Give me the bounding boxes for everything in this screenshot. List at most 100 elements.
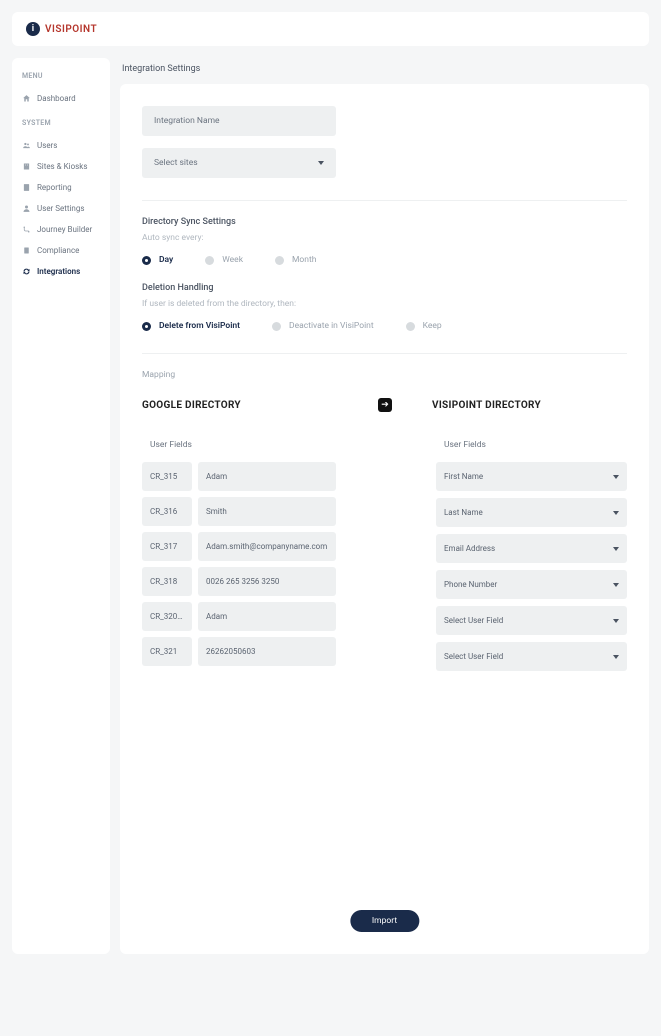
deletion-option-deactivate[interactable]: Deactivate in VisiPoint xyxy=(272,321,374,331)
user-icon xyxy=(22,204,31,213)
user-fields-label: User Fields xyxy=(142,440,336,450)
visipoint-field-select[interactable]: Select User Field xyxy=(436,606,627,635)
sidebar-item-label: User Settings xyxy=(37,204,84,213)
integration-name-input[interactable]: Integration Name xyxy=(142,106,336,136)
divider xyxy=(142,353,627,354)
field-code: CR_321 xyxy=(142,637,192,666)
field-value: Adam xyxy=(198,602,336,631)
radio-icon xyxy=(272,322,281,331)
google-field-row: CR_317Adam.smith@companyname.com xyxy=(142,532,336,561)
sidebar-item-compliance[interactable]: Compliance xyxy=(22,240,100,261)
visipoint-fields-column: User Fields First Name Last Name Email Add… xyxy=(436,440,627,678)
sidebar-item-journey[interactable]: Journey Builder xyxy=(22,219,100,240)
caret-down-icon xyxy=(318,161,324,165)
select-label: Select User Field xyxy=(444,616,503,625)
caret-down-icon xyxy=(613,583,619,587)
field-code: CR_315 xyxy=(142,462,192,491)
main-content: Integration Settings Integration Name Se… xyxy=(120,58,649,954)
visipoint-field-select[interactable]: Email Address xyxy=(436,534,627,563)
sync-radio-group: Day Week Month xyxy=(142,255,627,265)
route-icon xyxy=(22,225,31,234)
google-field-row: CR_3180026 265 3256 3250 xyxy=(142,567,336,596)
arrow-right-icon: ➔ xyxy=(378,398,392,412)
directory-header-row: GOOGLE DIRECTORY ➔ VISIPOINT DIRECTORY xyxy=(142,398,627,412)
caret-down-icon xyxy=(613,619,619,623)
radio-icon xyxy=(142,322,151,331)
sync-title: Directory Sync Settings xyxy=(142,217,627,227)
radio-label: Day xyxy=(159,255,173,265)
sidebar-item-label: Journey Builder xyxy=(37,225,92,234)
caret-down-icon xyxy=(613,511,619,515)
sidebar-item-sites[interactable]: Sites & Kiosks xyxy=(22,156,100,177)
sidebar-item-integrations[interactable]: Integrations xyxy=(22,261,100,282)
radio-icon xyxy=(275,256,284,265)
radio-label: Deactivate in VisiPoint xyxy=(289,321,374,331)
select-label: First Name xyxy=(444,472,483,481)
sidebar-item-user-settings[interactable]: User Settings xyxy=(22,198,100,219)
sidebar-item-reporting[interactable]: Reporting xyxy=(22,177,100,198)
field-code: CR_317 xyxy=(142,532,192,561)
sidebar-item-label: Sites & Kiosks xyxy=(37,162,87,171)
users-icon xyxy=(22,141,31,150)
deletion-option-delete[interactable]: Delete from VisiPoint xyxy=(142,321,240,331)
visipoint-field-select[interactable]: Last Name xyxy=(436,498,627,527)
field-value: 26262050603 xyxy=(198,637,336,666)
field-code: CR_318 xyxy=(142,567,192,596)
top-bar: i VISIPOINT xyxy=(12,12,649,46)
caret-down-icon xyxy=(613,547,619,551)
google-field-row: CR_320 ...Adam xyxy=(142,602,336,631)
radio-icon xyxy=(406,322,415,331)
deletion-subtitle: If user is deleted from the directory, t… xyxy=(142,299,627,309)
sync-option-day[interactable]: Day xyxy=(142,255,173,265)
sync-option-week[interactable]: Week xyxy=(205,255,243,265)
brand-name: VISIPOINT xyxy=(45,24,97,35)
field-value: Smith xyxy=(198,497,336,526)
sync-option-month[interactable]: Month xyxy=(275,255,316,265)
divider xyxy=(142,200,627,201)
caret-down-icon xyxy=(613,655,619,659)
user-fields-label: User Fields xyxy=(436,440,627,450)
sync-icon xyxy=(22,267,31,276)
sidebar-item-label: Compliance xyxy=(37,246,79,255)
visipoint-directory-title: VISIPOINT DIRECTORY xyxy=(432,400,627,411)
radio-icon xyxy=(142,256,151,265)
sidebar: MENU Dashboard SYSTEM Users Sites & Kios… xyxy=(12,58,110,954)
settings-card: Integration Name Select sites Directory … xyxy=(120,84,649,954)
visipoint-field-select[interactable]: First Name xyxy=(436,462,627,491)
deletion-option-keep[interactable]: Keep xyxy=(406,321,442,331)
sync-subtitle: Auto sync every: xyxy=(142,233,627,243)
radio-icon xyxy=(205,256,214,265)
deletion-title: Deletion Handling xyxy=(142,283,627,293)
google-fields-column: User Fields CR_315AdamCR_316SmithCR_317A… xyxy=(142,440,336,678)
field-code: CR_316 xyxy=(142,497,192,526)
placeholder-text: Select sites xyxy=(154,158,198,168)
select-label: Last Name xyxy=(444,508,483,517)
select-label: Select User Field xyxy=(444,652,503,661)
brand-logo: i VISIPOINT xyxy=(26,22,97,36)
sidebar-item-users[interactable]: Users xyxy=(22,135,100,156)
sidebar-item-dashboard[interactable]: Dashboard xyxy=(22,88,100,109)
radio-label: Week xyxy=(222,255,243,265)
radio-label: Month xyxy=(292,255,316,265)
google-directory-title: GOOGLE DIRECTORY xyxy=(142,400,384,411)
field-value: Adam.smith@companyname.com xyxy=(198,532,336,561)
select-sites-dropdown[interactable]: Select sites xyxy=(142,148,336,178)
placeholder-text: Integration Name xyxy=(154,116,220,126)
logo-mark-icon: i xyxy=(26,22,40,36)
home-icon xyxy=(22,94,31,103)
mapping-heading: Mapping xyxy=(142,370,627,380)
select-label: Email Address xyxy=(444,544,495,553)
sidebar-item-label: Users xyxy=(37,141,57,150)
visipoint-field-select[interactable]: Select User Field xyxy=(436,642,627,671)
import-button[interactable]: Import xyxy=(350,910,419,932)
system-header: SYSTEM xyxy=(22,119,100,127)
sidebar-item-label: Dashboard xyxy=(37,94,76,103)
field-value: Adam xyxy=(198,462,336,491)
clipboard-icon xyxy=(22,246,31,255)
field-code: CR_320 ... xyxy=(142,602,192,631)
caret-down-icon xyxy=(613,475,619,479)
radio-label: Keep xyxy=(423,321,442,331)
file-icon xyxy=(22,183,31,192)
visipoint-field-select[interactable]: Phone Number xyxy=(436,570,627,599)
sidebar-item-label: Integrations xyxy=(37,267,80,276)
